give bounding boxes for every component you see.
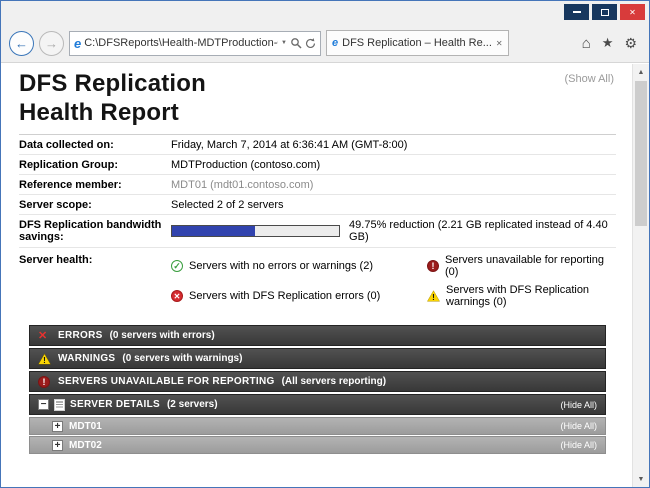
bandwidth-caption: 49.75% reduction (2.21 GB replicated ins… [349,219,616,243]
health-item-label: Servers unavailable for reporting (0) [445,254,616,278]
bandwidth-progress-bar [171,225,340,237]
health-item-label: Servers with DFS Replication warnings (0… [446,284,616,308]
green-check-circle-icon: ✓ [171,260,183,272]
tab-title: DFS Replication – Health Re... [342,37,492,49]
tab-close-icon[interactable]: ✕ [496,39,503,48]
scroll-up-button[interactable]: ▲ [633,64,649,80]
health-item-label: Servers with DFS Replication errors (0) [189,290,380,302]
close-icon: ✕ [629,8,636,17]
bandwidth-progress-fill [172,226,255,236]
section-server-details[interactable]: − SERVER DETAILS (2 servers) (Hide All) [29,394,606,415]
info-value: Friday, March 7, 2014 at 6:36:41 AM (GMT… [171,139,407,151]
section-title: WARNINGS [58,353,115,364]
section-warnings[interactable]: ! WARNINGS (0 servers with warnings) [29,348,606,369]
close-window-button[interactable]: ✕ [620,4,645,20]
report-sections: ✕ ERRORS (0 servers with errors) ! WARNI… [29,325,606,454]
browser-chrome: ✕ ← → e C:\DFSReports\Health-MDTProducti… [1,1,649,63]
show-all-link[interactable]: (Show All) [564,73,614,85]
health-item-warnings: ! Servers with DFS Replication warnings … [427,284,616,308]
refresh-icon[interactable] [305,38,316,49]
info-row-replication-group: Replication Group: MDTProduction (contos… [19,155,616,175]
address-bar[interactable]: e C:\DFSReports\Health-MDTProduction-07M… [69,31,321,56]
health-item-no-errors: ✓ Servers with no errors or warnings (2) [171,254,427,278]
bandwidth-savings-row: DFS Replication bandwidth savings: 49.75… [19,215,616,248]
server-name: MDT01 [69,421,102,432]
red-exclamation-circle-icon: ! [38,376,50,388]
scroll-down-button[interactable]: ▼ [633,471,649,487]
section-title: SERVER DETAILS [70,399,160,410]
hide-all-link[interactable]: (Hide All) [560,400,597,410]
address-dropdown-icon[interactable]: ▼ [281,40,287,46]
section-detail: (0 servers with errors) [110,330,215,341]
info-value: MDTProduction (contoso.com) [171,159,320,171]
yellow-warning-triangle-icon: ! [38,353,58,365]
health-item-errors: ✕ Servers with DFS Replication errors (0… [171,284,427,308]
forward-icon: → [45,36,58,51]
server-row-mdt02[interactable]: + MDT02 (Hide All) [29,436,606,454]
back-icon: ← [15,36,28,51]
red-x-circle-icon: ✕ [171,290,183,302]
report-info-table: Data collected on: Friday, March 7, 2014… [19,134,616,312]
search-icon[interactable] [290,37,302,49]
title-bar[interactable]: ✕ [1,1,649,25]
scrollbar-thumb[interactable] [635,81,647,226]
red-exclamation-circle-icon: ! [427,260,439,272]
vertical-scrollbar[interactable]: ▲ ▼ [632,64,649,487]
red-x-icon: ✕ [38,329,47,342]
info-row-reference-member: Reference member: MDT01 (mdt01.contoso.c… [19,175,616,195]
back-button[interactable]: ← [9,31,34,56]
section-detail: (All servers reporting) [282,376,386,387]
report-header: DFS Replication Health Report (Show All) [19,69,616,127]
server-name: MDT02 [69,440,102,451]
info-row-data-collected: Data collected on: Friday, March 7, 2014… [19,135,616,155]
section-errors[interactable]: ✕ ERRORS (0 servers with errors) [29,325,606,346]
svg-text:!: ! [432,293,435,302]
server-report-icon [54,399,65,411]
bandwidth-label: DFS Replication bandwidth savings: [19,219,171,243]
ie-logo-icon: e [74,36,81,51]
info-row-server-scope: Server scope: Selected 2 of 2 servers [19,195,616,215]
server-health-label: Server health: [19,254,171,308]
page-content: DFS Replication Health Report (Show All)… [1,64,649,487]
collapse-expander[interactable]: − [38,399,49,410]
hide-all-link[interactable]: (Hide All) [560,440,597,450]
info-value: MDT01 (mdt01.contoso.com) [171,179,313,191]
page-title-line2: Health Report [19,98,616,127]
server-row-mdt01[interactable]: + MDT01 (Hide All) [29,417,606,435]
info-label: Server scope: [19,199,171,211]
address-input[interactable]: C:\DFSReports\Health-MDTProduction-07M [84,37,278,49]
server-health-row: Server health: ✓ Servers with no errors … [19,248,616,312]
svg-text:!: ! [43,356,46,365]
section-title: ERRORS [58,330,103,341]
info-value: Selected 2 of 2 servers [171,199,284,211]
health-item-label: Servers with no errors or warnings (2) [189,260,373,272]
section-unavailable[interactable]: ! SERVERS UNAVAILABLE FOR REPORTING (All… [29,371,606,392]
info-label: Data collected on: [19,139,171,151]
health-item-unavailable: ! Servers unavailable for reporting (0) [427,254,616,278]
navigation-bar: ← → e C:\DFSReports\Health-MDTProduction… [1,25,649,61]
minimize-button[interactable] [564,4,589,20]
forward-button[interactable]: → [39,31,64,56]
browser-tab[interactable]: e DFS Replication – Health Re... ✕ [326,30,509,56]
info-label: Replication Group: [19,159,171,171]
hide-all-link[interactable]: (Hide All) [560,421,597,431]
tab-favicon-icon: e [332,37,338,49]
section-detail: (2 servers) [167,399,218,410]
maximize-button[interactable] [592,4,617,20]
favorites-icon[interactable]: ★ [602,35,614,51]
browser-window: ✕ ← → e C:\DFSReports\Health-MDTProducti… [0,0,650,488]
info-label: Reference member: [19,179,171,191]
minimize-icon [573,11,581,13]
home-icon[interactable]: ⌂ [582,35,591,52]
settings-gear-icon[interactable]: ⚙ [624,35,637,52]
expand-expander[interactable]: + [52,421,63,432]
page-title-line1: DFS Replication [19,69,616,98]
expand-expander[interactable]: + [52,440,63,451]
maximize-icon [601,9,609,16]
section-detail: (0 servers with warnings) [122,353,242,364]
section-title: SERVERS UNAVAILABLE FOR REPORTING [58,376,275,387]
yellow-warning-triangle-icon: ! [427,290,440,302]
